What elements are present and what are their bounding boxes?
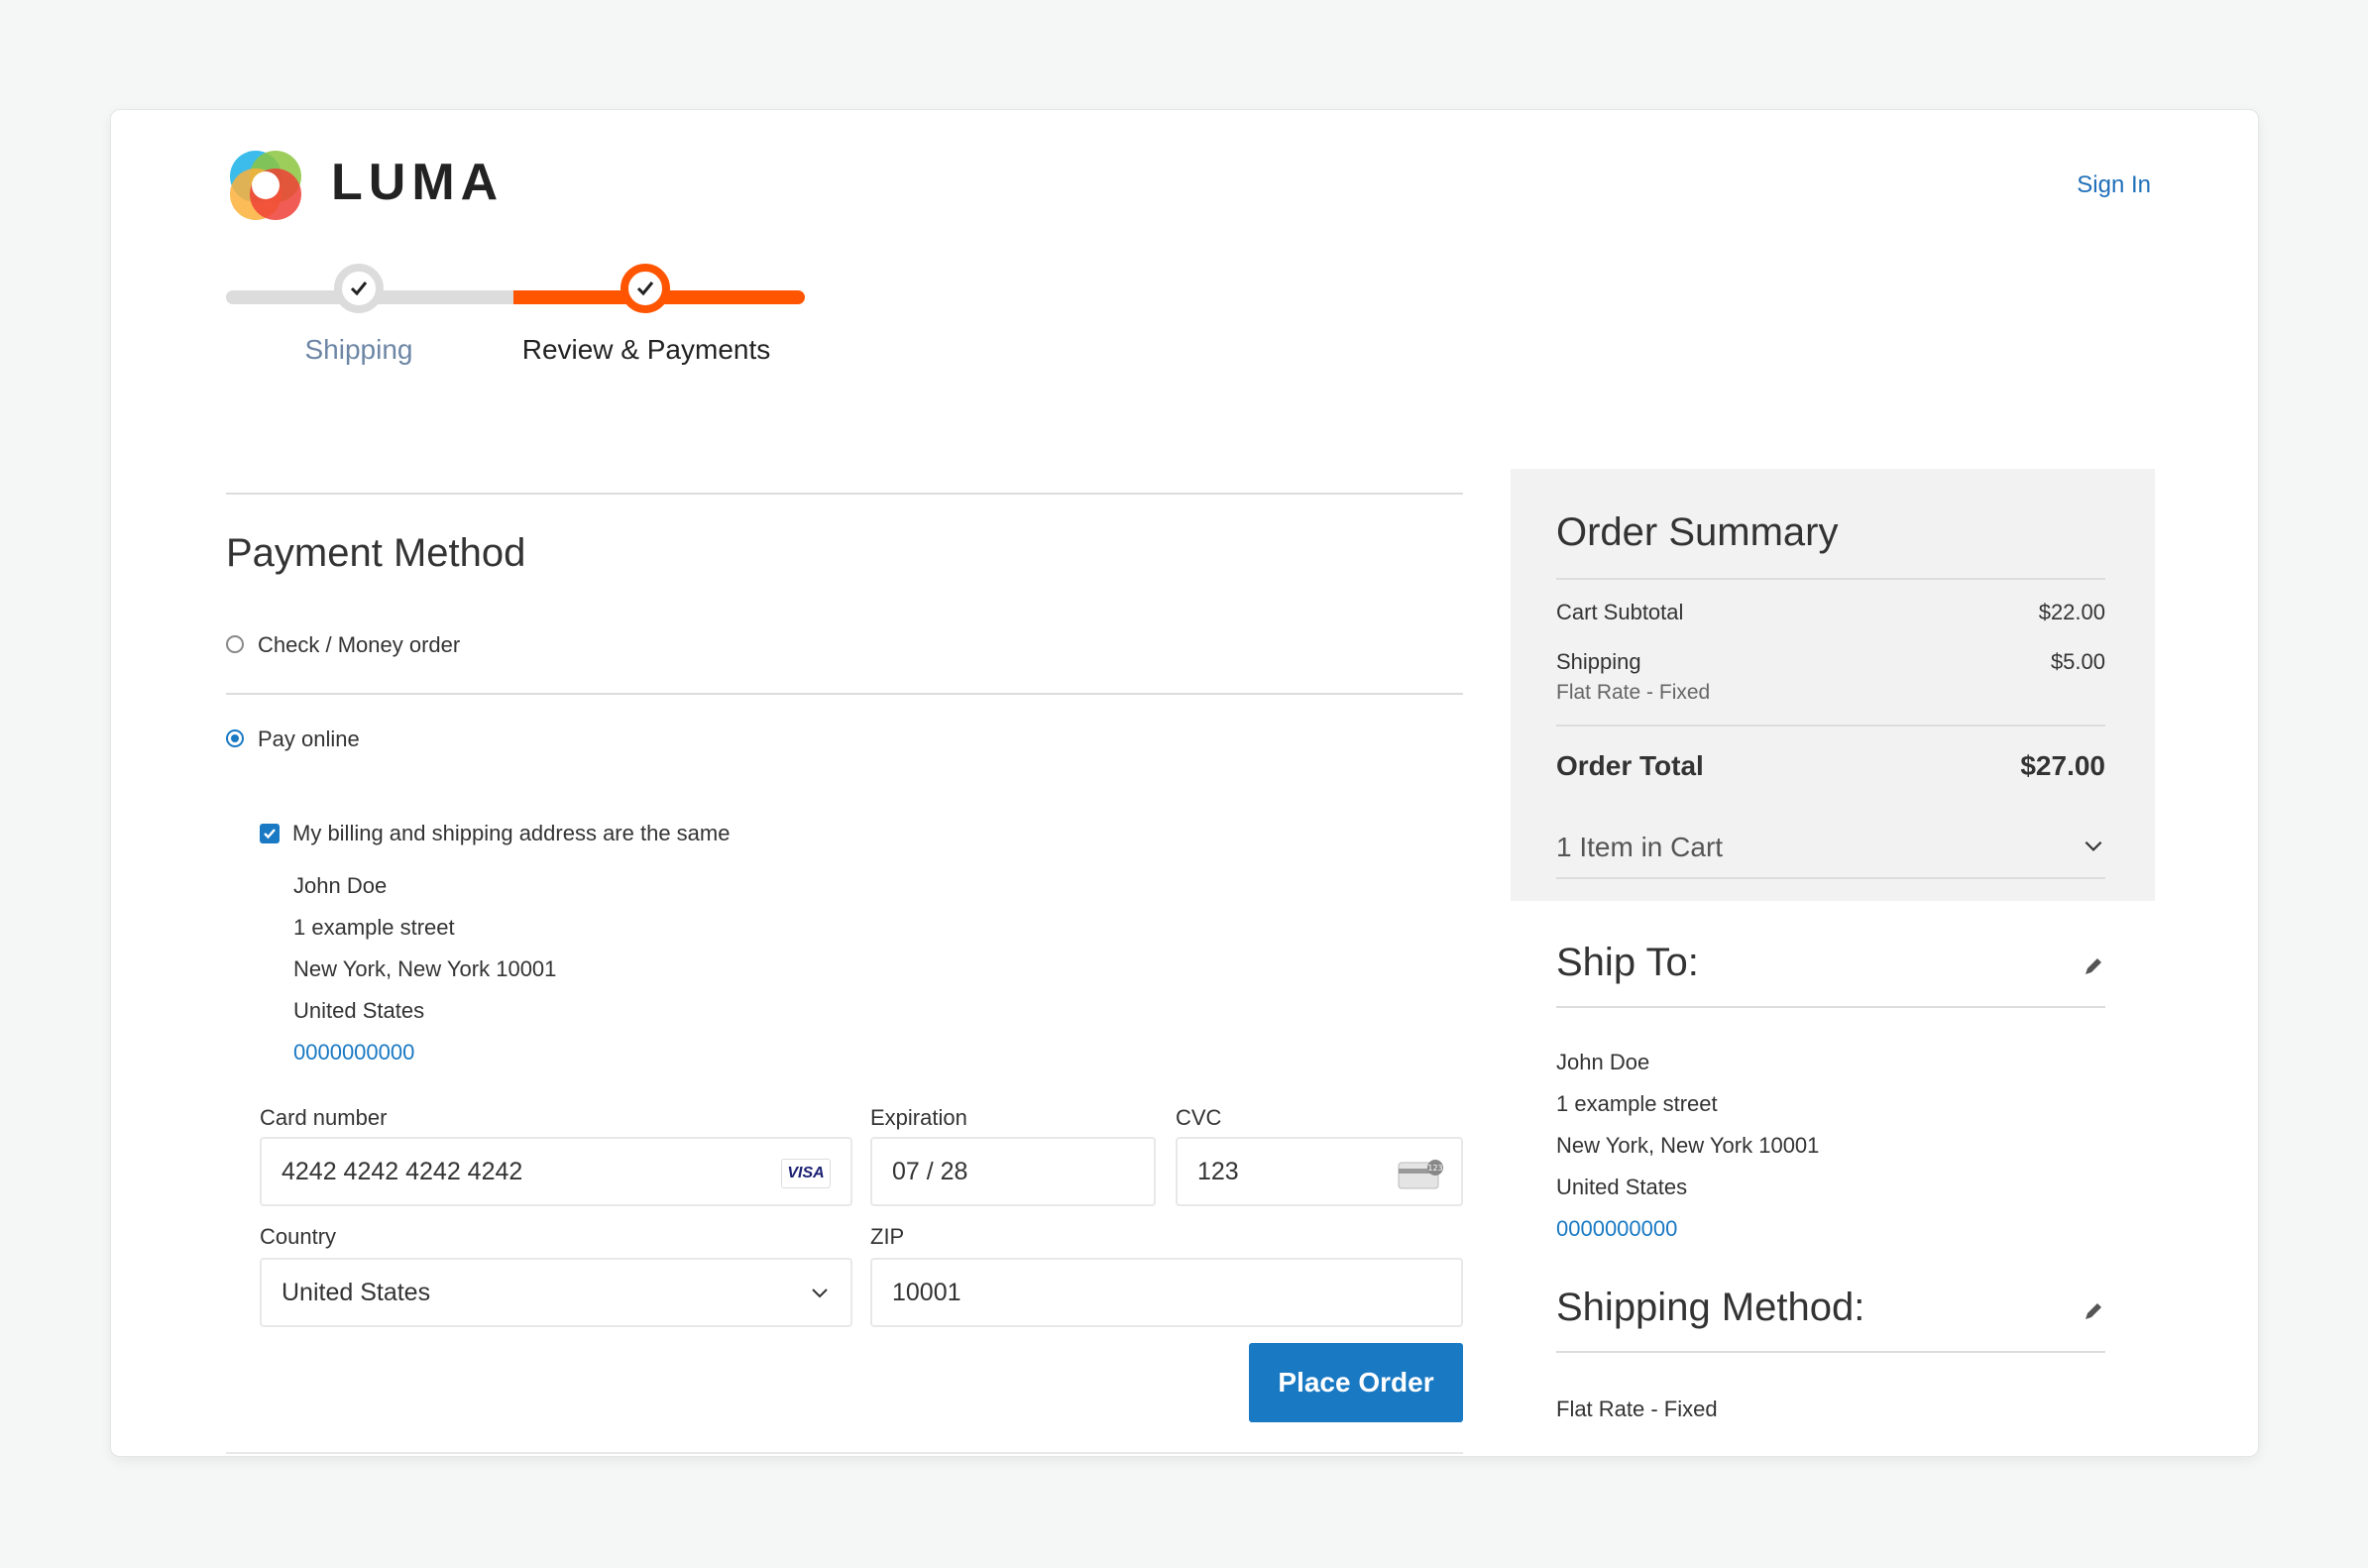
expiration-value: 07 / 28 [892,1158,968,1185]
payment-method-title: Payment Method [226,531,526,575]
same-address-checkbox[interactable] [260,824,280,843]
billing-name: John Doe [293,873,388,898]
ship-to-country: United States [1556,1175,1688,1199]
divider [1556,578,2105,580]
divider [1556,1006,2105,1008]
order-total-value: $27.00 [2020,750,2105,781]
check-icon [350,281,368,296]
divider [226,1452,1463,1454]
cvc-label: CVC [1176,1105,1222,1130]
chevron-down-icon [812,1288,828,1298]
zip-label: ZIP [870,1224,905,1249]
logo-wordmark: LUMA [331,154,505,211]
card-number-input[interactable]: 4242 4242 4242 4242 VISA [260,1137,852,1206]
expiration-input[interactable]: 07 / 28 [870,1137,1156,1206]
divider [226,693,1463,695]
ship-to-street: 1 example street [1556,1091,1718,1116]
checkout-card: LUMA Sign In Shipping Review & Payments … [110,109,2259,1457]
cvc-input[interactable]: 123 123 [1176,1137,1463,1206]
pay-online-radio[interactable] [226,729,244,747]
country-value: United States [282,1279,431,1306]
order-summary-title: Order Summary [1556,510,1839,554]
expiration-label: Expiration [870,1105,967,1130]
billing-city: New York, New York 10001 [293,956,557,981]
shipping-sublabel: Flat Rate - Fixed [1556,681,1711,704]
card-number-value: 4242 4242 4242 4242 [282,1158,523,1185]
sign-in-link[interactable]: Sign In [2077,171,2151,199]
shipping-value: $5.00 [2050,649,2105,674]
order-summary-panel: Order Summary Cart Subtotal $22.00 Shipp… [1511,469,2155,901]
country-select[interactable]: United States [260,1258,852,1327]
billing-country: United States [293,998,425,1023]
billing-address: John Doe 1 example street New York, New … [293,865,556,1073]
cvc-value: 123 [1197,1158,1239,1185]
divider [1556,877,2105,879]
step-review-dot [620,264,670,313]
pencil-icon[interactable] [2082,954,2105,978]
zip-value: 10001 [892,1279,961,1306]
ship-to-name: John Doe [1556,1050,1650,1074]
step-shipping-label[interactable]: Shipping [260,334,458,366]
zip-input[interactable]: 10001 [870,1258,1463,1327]
ship-to-city: New York, New York 10001 [1556,1133,1820,1158]
svg-text:123: 123 [1427,1164,1442,1173]
billing-phone-link[interactable]: 0000000000 [293,1032,556,1073]
shipping-method-value: Flat Rate - Fixed [1556,1397,1718,1421]
pencil-icon[interactable] [2082,1299,2105,1323]
place-order-button[interactable]: Place Order [1249,1343,1463,1422]
ship-to-phone-link[interactable]: 0000000000 [1556,1208,1819,1250]
order-total-label: Order Total [1556,750,1704,781]
check-money-order-radio[interactable] [226,635,244,653]
country-label: Country [260,1224,337,1249]
check-money-order-label[interactable]: Check / Money order [258,632,460,658]
chevron-down-icon[interactable] [2082,834,2105,857]
visa-icon: VISA [781,1159,831,1188]
card-number-label: Card number [260,1105,388,1130]
shipping-method-title: Shipping Method: [1556,1286,1865,1329]
pay-online-label[interactable]: Pay online [258,727,360,752]
divider [226,493,1463,495]
step-shipping-dot[interactable] [334,264,384,313]
cart-subtotal-value: $22.00 [2038,600,2105,624]
ship-to-title: Ship To: [1556,941,1699,984]
shipping-label: Shipping [1556,649,1641,674]
same-address-label[interactable]: My billing and shipping address are the … [292,821,730,846]
step-review-label: Review & Payments [521,334,771,365]
cvc-card-icon: 123 [1398,1160,1443,1189]
checkmark-icon [264,829,276,840]
luma-logo-icon [230,151,301,220]
divider [1556,725,2105,727]
ship-to-address: John Doe 1 example street New York, New … [1556,1042,1819,1250]
cart-subtotal-label: Cart Subtotal [1556,600,1684,624]
divider [1556,1351,2105,1353]
items-in-cart-toggle[interactable]: 1 Item in Cart [1556,832,1723,863]
check-icon [636,281,654,296]
billing-street: 1 example street [293,915,455,940]
